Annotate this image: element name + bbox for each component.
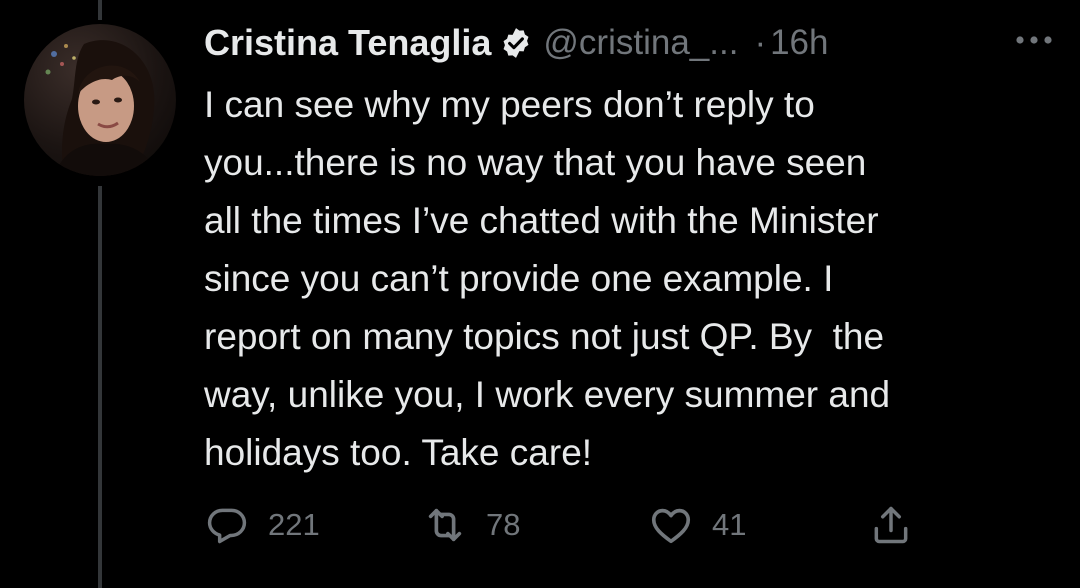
tweet[interactable]: Cristina Tenaglia @cristina_... · 16h I … xyxy=(204,18,1064,482)
thread-line-top xyxy=(98,0,102,20)
header-separator: · xyxy=(754,23,767,62)
reply-icon xyxy=(204,502,250,548)
heart-icon xyxy=(648,502,694,548)
like-button[interactable]: 41 xyxy=(648,500,746,550)
avatar-photo xyxy=(45,40,159,176)
tweet-timestamp[interactable]: 16h xyxy=(770,23,828,63)
thread-line-bottom xyxy=(98,186,102,588)
retweet-button[interactable]: 78 xyxy=(422,500,520,550)
reply-button[interactable]: 221 xyxy=(204,500,320,550)
reply-count: 221 xyxy=(268,507,320,542)
share-button[interactable] xyxy=(868,500,914,550)
avatar[interactable] xyxy=(24,24,176,176)
like-count: 41 xyxy=(712,507,747,542)
share-icon xyxy=(868,502,914,548)
author-handle[interactable]: @cristina_... xyxy=(543,23,738,63)
author-name[interactable]: Cristina Tenaglia xyxy=(204,22,491,64)
retweet-icon xyxy=(422,502,468,548)
verified-badge-icon xyxy=(499,26,533,60)
more-options-icon[interactable] xyxy=(1012,26,1056,54)
tweet-text: I can see why my peers don’t reply to yo… xyxy=(204,84,891,473)
tweet-header: Cristina Tenaglia @cristina_... · 16h xyxy=(204,18,1064,68)
retweet-count: 78 xyxy=(486,507,521,542)
tweet-actions: 221 78 41 xyxy=(204,500,1004,550)
